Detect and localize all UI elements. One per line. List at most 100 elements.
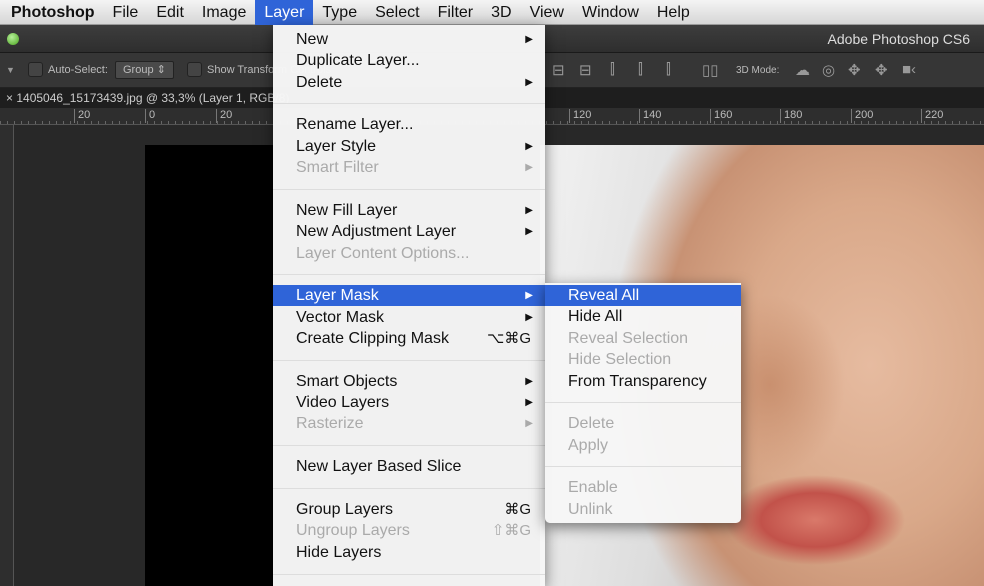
menu-item-new[interactable]: New ▶ (273, 29, 545, 50)
menu-item-rename-layer[interactable]: Rename Layer... (273, 114, 545, 135)
3d-camera-icon[interactable]: ■‹ (902, 61, 916, 78)
menu-item-new-layer-based-slice[interactable]: New Layer Based Slice (273, 456, 545, 477)
menu-item-reveal-all[interactable]: Reveal All (545, 285, 741, 306)
menu-item-label: Hide Selection (568, 351, 672, 368)
menu-item-label: Group Layers (296, 501, 393, 518)
menu-separator (545, 402, 741, 403)
menu-item-smart-filter: Smart Filter ▶ (273, 157, 545, 178)
menu-item-label: Layer Mask (296, 287, 379, 304)
auto-select-dropdown[interactable]: Group ⇕ (115, 61, 174, 79)
menu-item-label: New Layer Based Slice (296, 458, 462, 475)
layer-mask-submenu: Reveal All Hide All Reveal Selection Hide S… (545, 283, 741, 523)
submenu-arrow-icon: ▶ (525, 77, 533, 88)
ruler-tick: 180 (780, 109, 802, 123)
submenu-arrow-icon: ▶ (525, 397, 533, 408)
menu-item-label: Delete (568, 415, 615, 432)
menu-item-label: Layer Content Options... (296, 245, 470, 262)
3d-roll-icon[interactable]: ◎ (822, 61, 835, 79)
submenu-arrow-icon: ▶ (525, 312, 533, 323)
menu-item-label: Enable (568, 479, 618, 496)
menu-separator (273, 488, 545, 489)
menu-item-new-fill-layer[interactable]: New Fill Layer ▶ (273, 200, 545, 221)
menu-item-from-transparency[interactable]: From Transparency (545, 371, 741, 392)
3d-pan-icon[interactable]: ✥ (848, 61, 861, 79)
menu-item-vector-mask[interactable]: Vector Mask ▶ (273, 307, 545, 328)
ruler-tick: 120 (569, 109, 591, 123)
close-tab-icon[interactable]: × (6, 91, 13, 105)
auto-select-checkbox[interactable] (28, 62, 43, 77)
menu-select[interactable]: Select (366, 0, 428, 25)
ruler-tick: 200 (851, 109, 873, 123)
menu-image[interactable]: Image (193, 0, 255, 25)
menu-item-delete[interactable]: Delete ▶ (273, 72, 545, 93)
menu-help[interactable]: Help (648, 0, 699, 25)
menu-item-reveal-selection: Reveal Selection (545, 328, 741, 349)
menu-item-delete: Delete (545, 413, 741, 434)
menu-view[interactable]: View (521, 0, 573, 25)
menu-item-video-layers[interactable]: Video Layers ▶ (273, 392, 545, 413)
menu-item-label: Video Layers (296, 394, 390, 411)
menu-item-ungroup-layers: Ungroup Layers ⇧⌘G (273, 520, 545, 541)
menu-file[interactable]: File (104, 0, 148, 25)
ruler-tick: 160 (710, 109, 732, 123)
submenu-arrow-icon: ▶ (525, 34, 533, 45)
menu-window[interactable]: Window (573, 0, 648, 25)
menu-item-label: Layer Style (296, 138, 377, 155)
ruler-tick: 140 (639, 109, 661, 123)
menu-item-label: From Transparency (568, 373, 707, 390)
menu-filter[interactable]: Filter (429, 0, 483, 25)
vertical-ruler (0, 125, 14, 586)
menu-item-layer-mask[interactable]: Layer Mask ▶ (273, 285, 545, 306)
ruler-tick: 20 (74, 109, 90, 123)
show-transform-checkbox[interactable] (187, 62, 202, 77)
menu-item-group-layers[interactable]: Group Layers ⌘G (273, 499, 545, 520)
menu-item-create-clipping-mask[interactable]: Create Clipping Mask ⌥⌘G (273, 328, 545, 349)
align-vcenter-icon[interactable]: ⊟ (579, 61, 592, 79)
menu-item-label: Duplicate Layer... (296, 52, 420, 69)
ruler-tick: 20 (216, 109, 232, 123)
menu-layer[interactable]: Layer (255, 0, 314, 25)
tool-preset-dropdown-icon[interactable]: ▼ (6, 65, 15, 75)
menu-item-label: New Fill Layer (296, 202, 398, 219)
menu-3d[interactable]: 3D (482, 0, 520, 25)
menu-item-label: Unlink (568, 501, 613, 518)
menu-item-layer-content-options: Layer Content Options... (273, 243, 545, 264)
3d-slide-icon[interactable]: ✥ (875, 61, 888, 79)
menu-item-label: Apply (568, 437, 609, 454)
menu-item-label: Smart Filter (296, 159, 379, 176)
menu-item-layer-style[interactable]: Layer Style ▶ (273, 136, 545, 157)
submenu-arrow-icon: ▶ (525, 418, 533, 429)
align-top-icon[interactable]: ⊟ (552, 61, 565, 79)
menu-separator (273, 274, 545, 275)
menu-item-label: Delete (296, 74, 343, 91)
submenu-arrow-icon: ▶ (525, 205, 533, 216)
menu-item-duplicate-layer[interactable]: Duplicate Layer... (273, 50, 545, 71)
shortcut-label: ⇧⌘G (491, 522, 531, 539)
menu-item-rasterize: Rasterize ▶ (273, 413, 545, 434)
menu-item-unlink: Unlink (545, 499, 741, 520)
document-tab[interactable]: 1405046_15173439.jpg @ 33,3% (Layer 1, R… (16, 91, 289, 105)
menu-separator (273, 574, 545, 575)
align-left-icon[interactable]: ⫿ (610, 61, 615, 78)
menu-separator (273, 103, 545, 104)
menu-item-hide-all[interactable]: Hide All (545, 306, 741, 327)
menu-item-label: Create Clipping Mask (296, 330, 449, 347)
align-right-icon[interactable]: ⫿ (666, 61, 671, 78)
menu-bar: Photoshop File Edit Image Layer Type Sel… (0, 0, 984, 25)
menu-item-new-adjustment-layer[interactable]: New Adjustment Layer ▶ (273, 221, 545, 242)
window-zoom-button[interactable] (7, 33, 19, 45)
menu-edit[interactable]: Edit (147, 0, 193, 25)
menu-item-smart-objects[interactable]: Smart Objects ▶ (273, 371, 545, 392)
menu-item-hide-layers[interactable]: Hide Layers (273, 542, 545, 563)
ruler-tick: 0 (145, 109, 155, 123)
menu-item-label: Ungroup Layers (296, 522, 410, 539)
distribute-icon[interactable]: ▯▯ (702, 61, 719, 79)
shortcut-label: ⌘G (504, 501, 531, 518)
3d-orbit-icon[interactable]: ☁ (795, 61, 810, 79)
align-hcenter-icon[interactable]: ⫿ (638, 61, 643, 78)
ruler-tick: 220 (921, 109, 943, 123)
menu-photoshop[interactable]: Photoshop (0, 0, 104, 25)
menu-type[interactable]: Type (313, 0, 366, 25)
menu-item-label: Hide Layers (296, 544, 382, 561)
menu-item-label: Hide All (568, 308, 623, 325)
